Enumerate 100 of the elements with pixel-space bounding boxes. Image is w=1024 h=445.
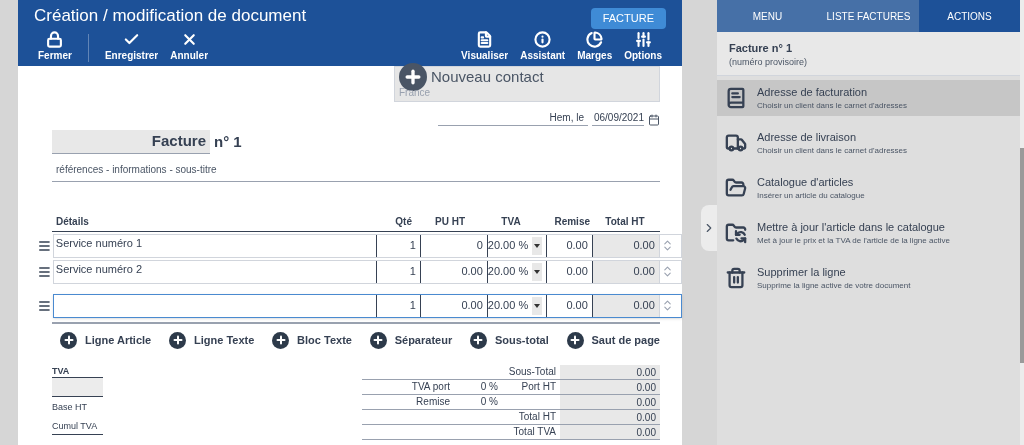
vat-row-label: Cumul TVA <box>52 415 103 435</box>
add-line-button[interactable]: Sous-total <box>469 331 549 349</box>
action-item[interactable]: Adresse de livraison Choisir un client dans le carnet d'adresses <box>717 125 1020 161</box>
plus-icon <box>60 331 77 349</box>
action-description: Supprime la ligne active de votre document <box>757 280 911 292</box>
table-cell[interactable]: 0.00 <box>545 260 592 283</box>
scrollbar-thumb[interactable] <box>1020 148 1024 363</box>
place-text: Hem, le <box>438 110 588 126</box>
action-item[interactable]: Catalogue d'articles Insérer un article du catalogue <box>717 170 1020 206</box>
pdf-file-icon <box>476 30 494 48</box>
vat-field[interactable]: 20.00 % <box>487 260 532 283</box>
truck-icon <box>725 132 747 154</box>
table-cell[interactable]: 0.00 <box>545 234 592 257</box>
toolbar-button[interactable]: Enregistrer <box>100 30 163 62</box>
details-field[interactable]: Service numéro 1 <box>53 234 376 257</box>
action-description: Insérer un article du catalogue <box>757 190 865 202</box>
window-title: Création / modification de document <box>34 5 307 27</box>
vat-field[interactable]: 20.00 % <box>487 234 532 257</box>
add-line-button[interactable]: Ligne Texte <box>169 331 255 349</box>
toolbar-button[interactable]: Options <box>620 30 666 62</box>
country-text: France <box>399 87 432 99</box>
add-line-button[interactable]: Ligne Article <box>60 331 152 349</box>
action-item[interactable]: Adresse de facturation Choisir un client dans le carnet d'adresses <box>717 80 1020 116</box>
table-cell[interactable]: 0 <box>419 234 487 257</box>
document-number: n° 1 <box>214 131 242 152</box>
document-type-field[interactable]: Facture <box>52 130 210 154</box>
trash-icon <box>725 267 747 289</box>
plus-icon <box>469 331 487 349</box>
column-header: TVA <box>500 214 522 229</box>
column-header: Remise <box>553 214 590 229</box>
plus-icon <box>272 331 290 349</box>
book-icon <box>725 87 747 109</box>
action-description: Choisir un client dans le carnet d'adresses <box>757 100 908 112</box>
panel-document-title: Facture n° 1 <box>729 41 794 56</box>
toolbar-button[interactable]: Fermer <box>34 30 76 62</box>
date-field[interactable]: 06/09/2021 <box>592 110 644 126</box>
dropdown-icon[interactable] <box>531 262 542 281</box>
table-cell[interactable]: 1 <box>375 234 420 257</box>
panel-tab[interactable]: ACTIONS <box>919 0 1020 32</box>
details-field[interactable]: Service numéro 2 <box>53 260 376 283</box>
column-header: Total HT <box>604 214 646 229</box>
column-header: Détails <box>55 214 90 229</box>
plus-icon <box>169 331 186 349</box>
table-cell[interactable]: 0.00 <box>419 260 487 283</box>
action-description: Choisir un client dans le carnet d'adresses <box>757 145 908 157</box>
pie-chart-icon <box>586 30 604 48</box>
table-cell: 0.00 <box>591 260 659 283</box>
toolbar-button[interactable]: Visualiser <box>457 30 513 62</box>
panel-tab[interactable]: MENU <box>717 0 818 32</box>
vat-field[interactable]: 20.00 % <box>487 294 532 317</box>
action-item[interactable]: Mettre à jour l'article dans le catalogue Met à jour le prix et la TVA de l'article de la ligne active <box>717 215 1020 251</box>
drag-handle-icon[interactable] <box>37 238 52 253</box>
column-header: PU HT <box>434 214 466 229</box>
action-title: Supprimer la ligne <box>757 265 847 280</box>
lock-icon <box>46 30 64 48</box>
toolbar-button[interactable]: Assistant <box>516 30 570 62</box>
vat-row-label: Base HT <box>52 400 88 414</box>
action-title: Adresse de facturation <box>757 85 869 100</box>
table-cell[interactable]: 0.00 <box>545 294 592 317</box>
action-title: Mettre à jour l'article dans le catalogue <box>757 220 946 235</box>
panel-document-note: (numéro provisoire) <box>729 56 809 69</box>
table-cell: 0.00 <box>591 234 659 257</box>
action-title: Catalogue d'articles <box>757 175 855 190</box>
total-value: 0.00 <box>560 364 660 379</box>
table-cell[interactable]: 0.00 <box>419 294 487 317</box>
add-line-button[interactable]: Séparateur <box>369 331 453 349</box>
calendar-icon <box>648 114 660 126</box>
vat-heading: TVA <box>52 364 103 378</box>
add-line-button[interactable]: Saut de page <box>566 331 660 349</box>
total-label: Total TVA <box>512 425 557 439</box>
total-extra-value: 0 % <box>479 380 498 394</box>
total-label: Port HT <box>520 380 557 394</box>
subtitle-field[interactable]: références - informations - sous-titre <box>52 161 660 182</box>
drag-handle-icon[interactable] <box>37 298 52 313</box>
table-cell[interactable]: 1 <box>375 260 420 283</box>
info-icon <box>534 30 552 48</box>
sliders-icon <box>634 30 652 48</box>
add-line-button[interactable]: Bloc Texte <box>272 331 352 349</box>
toolbar-button[interactable]: Marges <box>573 30 617 62</box>
toolbar-button[interactable]: Annuler <box>166 30 213 62</box>
total-extra-label: Remise <box>415 395 450 409</box>
document-type-button[interactable]: FACTURE <box>590 8 666 29</box>
table-cell[interactable]: 1 <box>375 294 420 317</box>
total-extra-label: TVA port <box>410 380 450 394</box>
plus-icon <box>369 331 387 349</box>
total-label: Total HT <box>517 410 557 424</box>
folder-icon <box>725 177 747 199</box>
dropdown-icon[interactable] <box>531 236 542 255</box>
table-cell: 0.00 <box>591 294 659 317</box>
column-header: Qté <box>394 214 413 229</box>
dropdown-icon[interactable] <box>531 296 542 315</box>
plus-icon <box>566 331 584 349</box>
action-description: Met à jour le prix et la TVA de l'article de la ligne active <box>757 235 950 247</box>
total-label: Sous-Total <box>507 365 557 379</box>
action-title: Adresse de livraison <box>757 130 858 145</box>
total-extra-value: 0 % <box>479 395 498 409</box>
panel-tab[interactable]: LISTE FACTURES <box>818 0 919 32</box>
action-item[interactable]: Supprimer la ligne Supprime la ligne active de votre document <box>717 260 1020 296</box>
folder-sync-icon <box>725 222 747 244</box>
drag-handle-icon[interactable] <box>37 264 52 279</box>
